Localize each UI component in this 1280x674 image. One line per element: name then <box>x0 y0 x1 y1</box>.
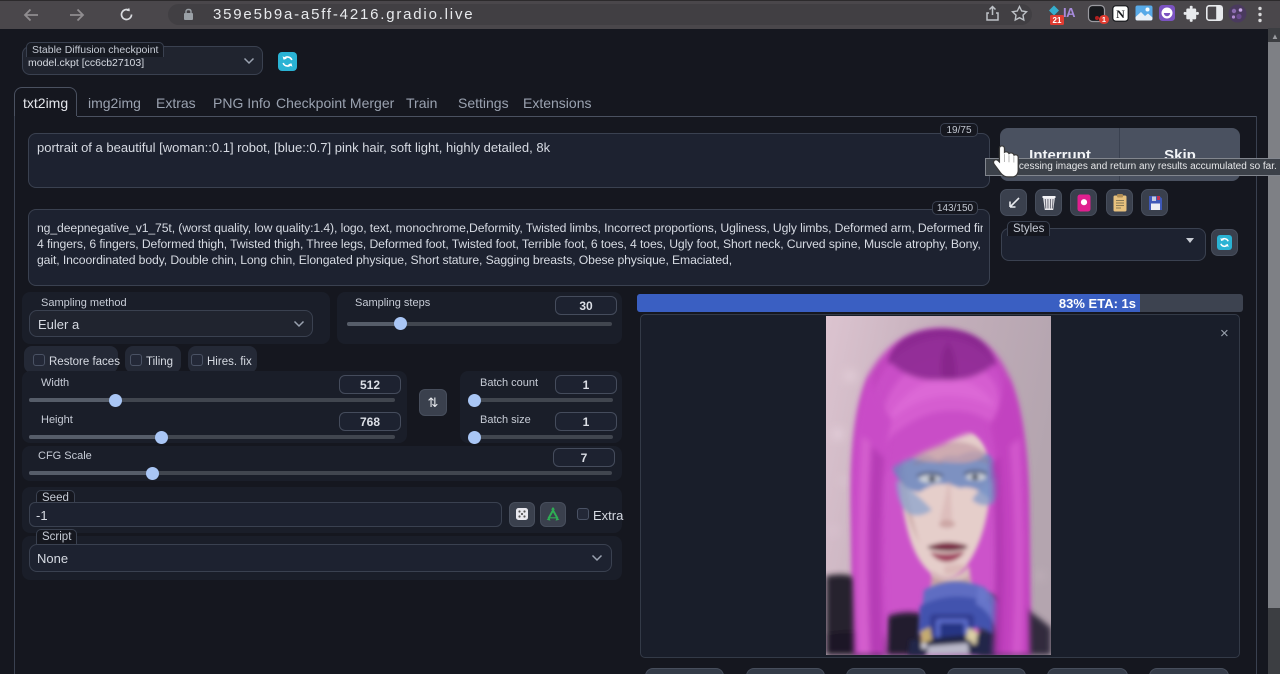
svg-text:1: 1 <box>1102 15 1106 24</box>
svg-text:21: 21 <box>1053 16 1062 25</box>
svg-text:N: N <box>1116 7 1125 21</box>
